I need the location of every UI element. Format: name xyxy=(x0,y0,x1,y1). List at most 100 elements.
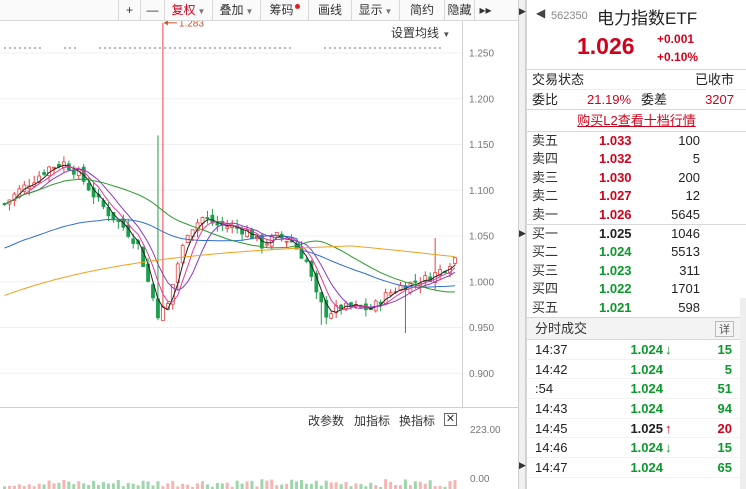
volume-bar xyxy=(369,482,373,489)
tick-row[interactable]: 14:47 1.024 65 xyxy=(527,458,746,478)
level-label: 卖五 xyxy=(532,133,559,148)
volume-bar xyxy=(403,479,407,489)
y-tick-label: 1.050 xyxy=(469,232,494,243)
ask-row[interactable]: 卖三 1.030 200 xyxy=(527,169,746,187)
level-label: 买四 xyxy=(532,281,559,297)
volume-bar xyxy=(295,481,299,489)
bid-row[interactable]: 买三 1.023 311 xyxy=(527,262,746,280)
y-tick-label: 1.200 xyxy=(469,94,494,105)
ask-row[interactable]: 卖四 1.032 5 xyxy=(527,150,746,168)
indicator-bar: 改参数 加指标 换指标 ✕ xyxy=(0,407,518,431)
volume-bar xyxy=(62,479,66,489)
event-marker xyxy=(339,47,341,49)
adjust-dropdown[interactable]: 复权 ▼ xyxy=(164,0,212,21)
y-tick-label: 1.250 xyxy=(469,49,494,60)
candle-body xyxy=(116,219,121,222)
display-dropdown-label: 显示 xyxy=(358,3,383,17)
event-marker xyxy=(129,47,131,49)
volume-bar xyxy=(47,480,51,489)
event-marker xyxy=(269,47,271,49)
event-marker xyxy=(404,47,406,49)
caret-down-icon: ▼ xyxy=(245,7,254,16)
event-marker xyxy=(209,47,211,49)
volume-bar xyxy=(116,480,120,489)
event-marker xyxy=(154,47,156,49)
tick-time: 14:43 xyxy=(535,400,568,416)
tick-time: 14:37 xyxy=(535,341,568,357)
buy-l2-link[interactable]: 购买L2查看十档行情 xyxy=(577,113,695,128)
hide-button[interactable]: 隐藏 xyxy=(444,0,474,21)
security-name: 电力指数ETF xyxy=(597,9,698,28)
collapse-bottom-icon[interactable]: ▶ xyxy=(519,460,526,471)
order-ratio-value: 21.19% xyxy=(587,92,632,107)
volume-bar xyxy=(448,481,452,489)
volume-bar xyxy=(126,483,130,489)
order-ratio-row: 委比 21.19% 委差 3207 xyxy=(527,90,746,110)
level-label: 卖三 xyxy=(532,169,559,185)
zoom-in-button[interactable]: + xyxy=(118,0,140,21)
tick-row[interactable]: 14:43 1.024 94 xyxy=(527,399,746,419)
display-dropdown[interactable]: 显示 ▼ xyxy=(351,0,399,21)
candle-body xyxy=(205,217,210,220)
bid-row[interactable]: 买五 1.021 598 xyxy=(527,299,746,317)
tick-volume: 20 xyxy=(717,420,732,436)
candle-body xyxy=(304,259,309,262)
bid-row[interactable]: 买一 1.025 1046 xyxy=(527,225,746,243)
tick-time: 14:45 xyxy=(535,420,568,436)
modify-params-button[interactable]: 改参数 xyxy=(308,412,344,429)
ask-orders: 卖五 1.033 100 卖四 1.032 5 卖三 1.030 200 卖二 1.027 12 卖一 1… xyxy=(527,132,746,225)
more-icon[interactable]: ▸▸ xyxy=(474,0,496,21)
event-marker xyxy=(204,47,206,49)
ask-row[interactable]: 卖二 1.027 12 xyxy=(527,187,746,205)
tick-row[interactable]: :54 1.024 51 xyxy=(527,379,746,399)
event-marker xyxy=(14,47,16,49)
chips-button[interactable]: 筹码 xyxy=(260,0,308,21)
tick-price: 1.025 xyxy=(630,420,663,436)
back-arrow-icon[interactable]: ◀ xyxy=(536,6,545,20)
collapse-mid-icon[interactable]: ▶ xyxy=(519,228,526,239)
tick-time: 14:42 xyxy=(535,361,568,377)
tick-row[interactable]: 14:37 1.024 ↓ 15 xyxy=(527,340,746,360)
candle-body xyxy=(264,243,269,246)
collapse-left-icon[interactable]: ▶ xyxy=(519,6,526,17)
level-label: 卖一 xyxy=(532,206,559,222)
event-marker xyxy=(429,47,431,49)
draw-line-button[interactable]: 画线 xyxy=(308,0,351,21)
adjust-dropdown-label: 复权 xyxy=(171,3,196,17)
level-volume: 1701 xyxy=(671,281,700,297)
volume-bar xyxy=(260,479,264,489)
zoom-out-button[interactable]: — xyxy=(140,0,164,21)
event-marker xyxy=(34,47,36,49)
tick-row[interactable]: 14:46 1.024 ↓ 15 xyxy=(527,438,746,459)
tick-row[interactable]: 14:42 1.024 5 xyxy=(527,360,746,380)
overlay-dropdown[interactable]: 叠加 ▼ xyxy=(212,0,260,21)
event-marker xyxy=(329,47,331,49)
volume-bar xyxy=(453,480,457,489)
add-indicator-button[interactable]: 加指标 xyxy=(354,412,390,429)
candle-body xyxy=(52,166,56,169)
panel-splitter[interactable]: ▶ ▶ ▶ xyxy=(518,0,526,489)
volume-bar xyxy=(418,481,422,489)
close-indicator-icon[interactable]: ✕ xyxy=(444,413,457,426)
kline-chart-area[interactable]: + — 复权 ▼ 叠加 ▼ 筹码 画线 显示 ▼ 简约 隐藏 ▸▸ 设置均线 ▼ 1.250 1.200 1… xyxy=(0,0,518,489)
notification-dot-icon xyxy=(294,4,300,9)
event-marker xyxy=(229,47,231,49)
level-price: 1.024 xyxy=(599,244,632,260)
time-sales-detail-button[interactable]: 详 xyxy=(715,320,734,337)
switch-indicator-button[interactable]: 换指标 xyxy=(399,412,435,429)
time-sales-scrollbar[interactable] xyxy=(740,298,746,489)
simple-button[interactable]: 简约 xyxy=(399,0,444,21)
ask-row[interactable]: 卖一 1.026 5645 xyxy=(527,206,746,224)
ask-row[interactable]: 卖五 1.033 100 xyxy=(527,132,746,150)
candle-body xyxy=(62,161,66,168)
tick-row[interactable]: 14:45 1.025 ↑ 20 xyxy=(527,419,746,439)
event-marker xyxy=(119,47,121,49)
candlestick-chart[interactable]: 1.250 1.200 1.150 1.100 1.050 1.000 0.950 0.900… xyxy=(0,21,518,407)
bid-row[interactable]: 买二 1.024 5513 xyxy=(527,243,746,261)
tick-volume: 51 xyxy=(717,381,732,397)
event-marker xyxy=(169,47,171,49)
level-label: 卖二 xyxy=(532,188,559,204)
more-icon-label: ▸▸ xyxy=(479,3,492,17)
bid-row[interactable]: 买四 1.022 1701 xyxy=(527,280,746,298)
volume-bar xyxy=(181,483,185,489)
